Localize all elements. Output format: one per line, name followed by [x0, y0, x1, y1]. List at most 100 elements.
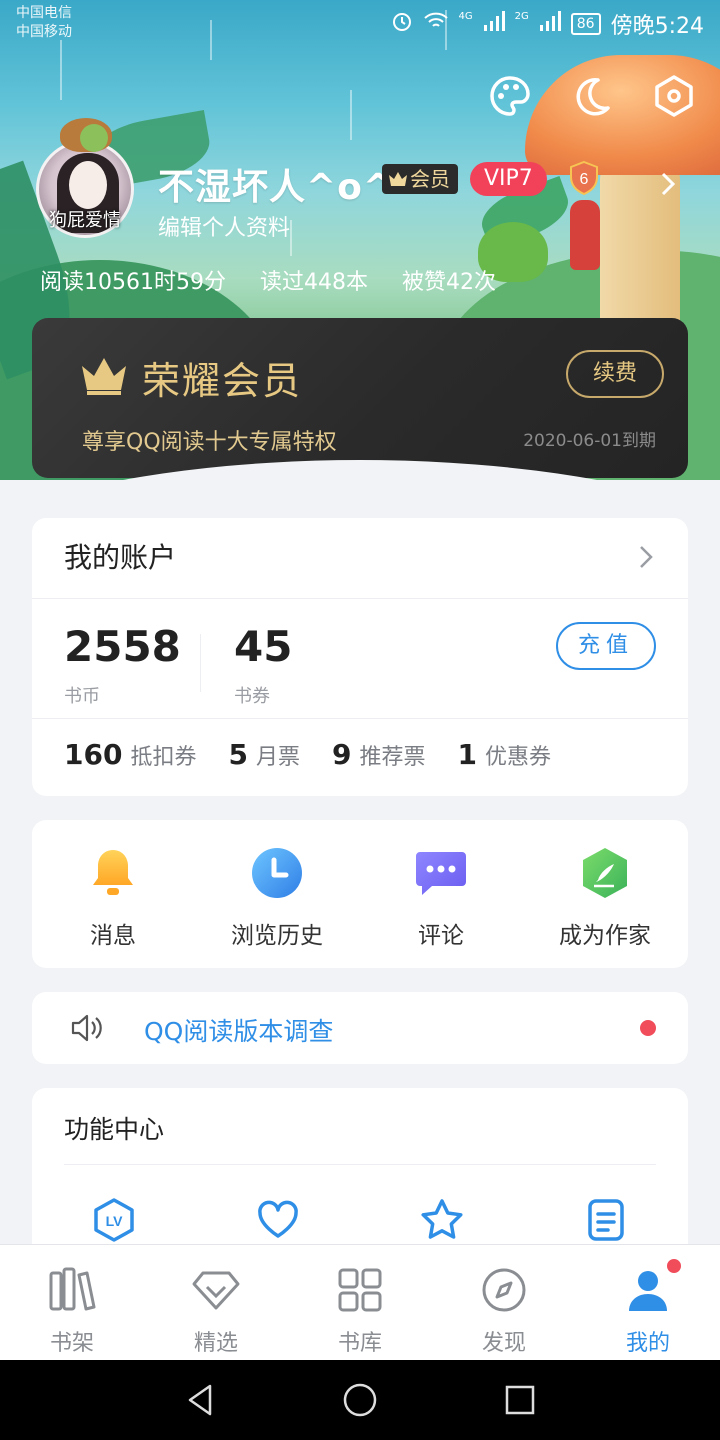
tab-mine[interactable]: 我的: [588, 1257, 708, 1357]
rain-streak: [290, 220, 292, 256]
ticket-label: 抵扣券: [130, 745, 197, 770]
tab-library[interactable]: 书库: [300, 1265, 420, 1357]
bell-icon: [86, 846, 140, 900]
ticket-recommend[interactable]: 9 推荐票: [332, 738, 426, 771]
level-icon[interactable]: LV: [92, 1198, 136, 1242]
ticket-monthly[interactable]: 5 月票: [228, 738, 300, 771]
tab-bookshelf[interactable]: 书架: [12, 1265, 132, 1357]
shortcut-label: 成为作家: [559, 923, 651, 949]
crown-icon: [82, 358, 126, 395]
ticket-count: 1: [457, 738, 477, 771]
account-title[interactable]: 我的账户: [64, 536, 176, 576]
ticket-label: 优惠券: [484, 745, 551, 770]
comment-icon: [414, 846, 468, 900]
compass-icon: [479, 1265, 529, 1315]
renew-button[interactable]: 续费: [566, 350, 664, 398]
status-bar: 中国电信 中国移动 4G 2G 86 傍晚5:24: [0, 0, 720, 50]
edit-profile-link[interactable]: 编辑个人资料: [158, 210, 290, 242]
ticket-deduction[interactable]: 160 抵扣券: [64, 738, 196, 771]
level-shield-icon[interactable]: 6: [566, 160, 602, 196]
chevron-right-icon[interactable]: [638, 544, 654, 570]
settings-icon[interactable]: [652, 74, 696, 118]
ticket-label: 月票: [255, 745, 300, 770]
honor-member-card[interactable]: 荣耀会员 尊享QQ阅读十大专属特权 2020-06-01到期 续费: [32, 318, 688, 478]
ticket-summary: 160 抵扣券 5 月票 9 推荐票 1 优惠券: [64, 738, 551, 771]
bookshelf-icon: [47, 1265, 97, 1315]
shortcut-label: 消息: [90, 923, 136, 949]
svg-text:LV: LV: [106, 1213, 124, 1229]
member-badge[interactable]: 会员: [382, 164, 458, 194]
tab-label: 精选: [193, 1331, 238, 1356]
coins-value[interactable]: 2558: [64, 622, 181, 671]
notification-dot: [640, 1020, 656, 1036]
quill-icon: [578, 846, 632, 900]
books-read-stat[interactable]: 读过448本: [260, 264, 368, 296]
shortcut-label: 评论: [418, 923, 464, 949]
tab-label: 书架: [49, 1331, 94, 1356]
tab-label: 书库: [337, 1331, 382, 1356]
honor-subtitle: 尊享QQ阅读十大专属特权: [82, 430, 337, 455]
ticket-label: 推荐票: [359, 745, 426, 770]
crown-icon: [389, 172, 407, 186]
carrier-2: 中国移动: [16, 24, 72, 40]
heart-icon[interactable]: [256, 1198, 300, 1242]
avatar-frame-decoration: [80, 124, 108, 152]
divider: [32, 718, 688, 719]
ticket-count: 160: [64, 738, 123, 771]
honor-expiry: 2020-06-01到期: [523, 431, 656, 451]
tab-featured[interactable]: 精选: [156, 1265, 276, 1357]
system-nav-bar: [0, 1360, 720, 1440]
signal-icon: [483, 11, 505, 37]
signal-icon: [539, 11, 561, 37]
clock-time: 傍晚5:24: [610, 14, 704, 39]
vertical-divider: [200, 634, 201, 692]
profile-header: 中国电信 中国移动 4G 2G 86 傍晚5:24 狗屁爱情 不湿坏人^o^ 会…: [0, 0, 720, 480]
network-type-1: 4G: [458, 10, 473, 22]
reading-time-stat[interactable]: 阅读10561时59分: [40, 264, 226, 296]
username[interactable]: 不湿坏人^o^: [158, 158, 394, 210]
palette-icon[interactable]: [488, 74, 532, 118]
network-type-2: 2G: [514, 10, 529, 22]
battery-indicator: 86: [570, 13, 601, 35]
tab-discover[interactable]: 发现: [444, 1265, 564, 1357]
vouchers-value[interactable]: 45: [234, 622, 292, 671]
profile-icon: [623, 1257, 683, 1315]
grid-icon: [335, 1265, 385, 1315]
notification-dot: [665, 1257, 683, 1275]
reading-stats: 阅读10561时59分 读过448本 被赞42次: [40, 264, 496, 296]
divider: [64, 1164, 656, 1165]
survey-text[interactable]: QQ阅读版本调查: [144, 1012, 333, 1048]
shortcut-comments[interactable]: 评论: [366, 846, 516, 950]
divider: [32, 598, 688, 599]
vouchers-label: 书券: [234, 686, 270, 707]
recharge-button[interactable]: 充值: [556, 622, 656, 670]
home-icon[interactable]: [342, 1382, 378, 1418]
notes-icon[interactable]: [584, 1198, 628, 1242]
wifi-icon: [423, 11, 449, 37]
night-mode-icon[interactable]: [570, 74, 614, 118]
shortcut-messages[interactable]: 消息: [38, 846, 188, 950]
header-actions: [488, 74, 696, 118]
tab-label: 发现: [481, 1331, 526, 1356]
star-icon[interactable]: [420, 1198, 464, 1242]
ticket-count: 9: [331, 738, 352, 771]
diamond-icon: [191, 1265, 241, 1315]
status-indicators: 4G 2G 86 傍晚5:24: [391, 8, 704, 40]
chevron-right-icon[interactable]: [656, 168, 680, 200]
girl-illustration: [570, 200, 600, 270]
bottom-nav: 书架 精选 书库 发现 我的: [0, 1244, 720, 1360]
recent-apps-icon[interactable]: [502, 1382, 538, 1418]
back-icon[interactable]: [182, 1382, 218, 1418]
shortcut-become-writer[interactable]: 成为作家: [530, 846, 680, 950]
vip-badge[interactable]: VIP7: [470, 162, 547, 196]
likes-stat[interactable]: 被赞42次: [402, 264, 496, 296]
avatar-face: [69, 161, 107, 209]
ticket-coupon[interactable]: 1 优惠券: [457, 738, 551, 771]
honor-title: 荣耀会员: [142, 359, 303, 403]
shortcut-label: 浏览历史: [231, 923, 323, 949]
carrier-info: 中国电信 中国移动: [16, 4, 72, 42]
coins-label: 书币: [64, 686, 100, 707]
shortcut-history[interactable]: 浏览历史: [202, 846, 352, 950]
carrier-1: 中国电信: [16, 5, 72, 21]
survey-banner[interactable]: QQ阅读版本调查: [32, 992, 688, 1064]
